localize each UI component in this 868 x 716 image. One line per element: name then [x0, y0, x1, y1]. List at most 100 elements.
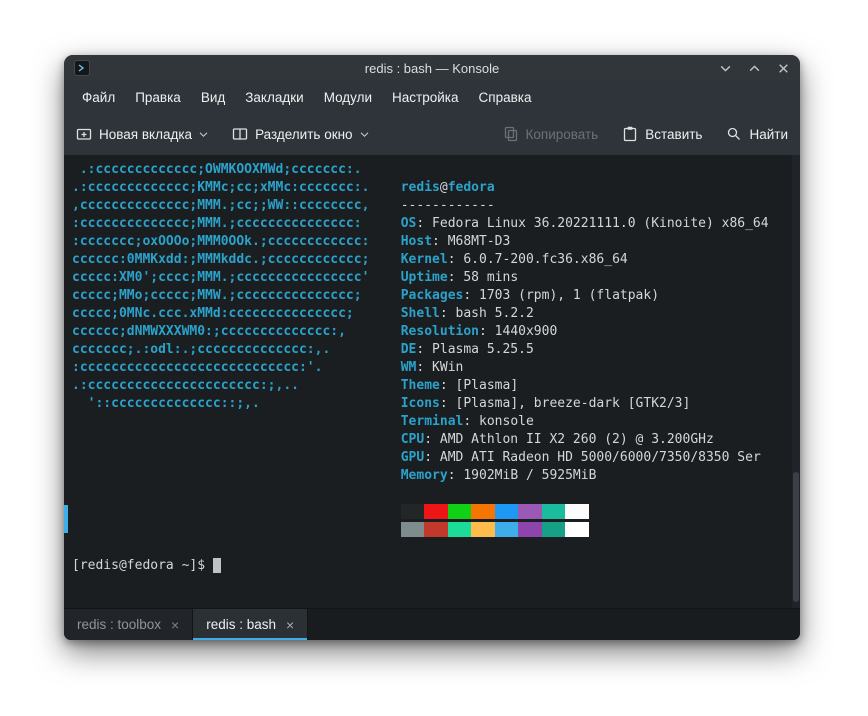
new-tab-button[interactable]: Новая вкладка	[76, 126, 208, 142]
close-button[interactable]	[776, 61, 790, 75]
neofetch-info-value: : Fedora Linux 36.20221111.0 (Kinoite) x…	[416, 216, 769, 231]
split-window-icon	[232, 126, 248, 142]
neofetch-info-label: Kernel	[400, 252, 448, 267]
terminal-row: .:ccccccccccccc;KMMc;cc;xMMc:ccccccc:. r…	[72, 180, 495, 195]
palette-swatch	[424, 504, 448, 519]
paste-label: Вставить	[645, 126, 703, 142]
palette-swatch	[471, 504, 495, 519]
window-title: redis : bash — Konsole	[364, 60, 500, 76]
terminal-row: Memory: 1902MiB / 5925MiB	[72, 467, 769, 485]
neofetch-info-label: Host	[400, 234, 433, 249]
palette-swatch	[541, 522, 566, 537]
terminal-row: ccccc:XM0';cccc;MMM.;cccccccccccccccc' U…	[72, 269, 769, 287]
neofetch-info-label: DE	[400, 342, 417, 357]
maximize-button[interactable]	[747, 61, 761, 75]
palette-swatch	[471, 522, 495, 537]
neofetch-ascii-art: :cccccccccccccccccccccccccccc:'.	[72, 360, 323, 375]
menu-item-1[interactable]: Правка	[125, 85, 191, 110]
neofetch-ascii-art: :ccccccc;oxOOOo;MMM0OOk.;cccccccccccc:	[72, 234, 370, 249]
palette-swatch	[518, 522, 542, 537]
neofetch-ascii-art: ccccc;MMo;ccccc;MMW.;ccccccccccccccc;	[72, 288, 362, 303]
find-button[interactable]: Найти	[726, 126, 788, 142]
copy-label: Копировать	[525, 126, 599, 142]
neofetch-info-label: Packages	[400, 288, 464, 303]
shell-prompt: [redis@fedora ~]$	[72, 558, 213, 573]
terminal-row	[72, 485, 769, 503]
neofetch-host: fedora	[447, 180, 495, 195]
terminal-row: .:ccccccccccccc;OWMKOOXMWd;ccccccc:.	[72, 161, 769, 179]
paste-button[interactable]: Вставить	[622, 126, 702, 142]
find-label: Найти	[749, 126, 788, 142]
tab-close-icon[interactable]: ×	[286, 618, 294, 632]
terminal-row: CPU: AMD Athlon II X2 260 (2) @ 3.200GHz	[72, 431, 769, 449]
terminal-row: .:cccccccccccccccccccccc:;,.. Theme: [Pl…	[72, 377, 769, 395]
neofetch-info-label: OS	[400, 216, 417, 231]
terminal-row: [redis@fedora ~]$	[72, 557, 769, 575]
menu-item-3[interactable]: Закладки	[235, 85, 313, 110]
menu-item-2[interactable]: Вид	[191, 85, 235, 110]
menu-item-6[interactable]: Справка	[469, 85, 542, 110]
palette-swatch	[400, 522, 425, 537]
neofetch-ascii-art: .:ccccccccccccc;KMMc;cc;xMMc:ccccccc:.	[72, 180, 370, 195]
tab-new-icon	[76, 126, 92, 142]
palette-swatch	[400, 504, 425, 519]
menu-item-4[interactable]: Модули	[314, 85, 382, 110]
neofetch-info-label: CPU	[400, 432, 425, 447]
tab-bar: redis : toolbox × redis : bash ×	[64, 608, 800, 640]
palette-swatch	[565, 522, 589, 537]
neofetch-ascii-art: ccccc:XM0';cccc;MMM.;cccccccccccccccc'	[72, 270, 370, 285]
palette-swatch	[447, 522, 472, 537]
terminal-row: :cccccccccccccc;MMM.;ccccccccccccccc: OS…	[72, 215, 769, 233]
neofetch-info-label: Memory	[400, 468, 448, 483]
neofetch-info-value: : 1703 (rpm), 1 (flatpak)	[463, 288, 660, 303]
copy-icon	[503, 126, 519, 142]
konsole-window: redis : bash — Konsole Файл Правка Вид Закл…	[64, 55, 800, 640]
tab-label: redis : bash	[206, 617, 277, 632]
menu-item-0[interactable]: Файл	[72, 85, 125, 110]
terminal-row: cccccc:0MMKxdd:;MMMkddc.;cccccccccccc; K…	[72, 251, 769, 269]
neofetch-info-label: Icons	[400, 396, 440, 411]
terminal-row: ,cccccccccccccc;MMM.;cc;;WW::cccccccc, -…	[72, 197, 769, 215]
neofetch-info-value: : konsole	[463, 414, 534, 429]
split-window-button[interactable]: Разделить окно	[232, 126, 369, 142]
palette-swatch	[494, 522, 519, 537]
neofetch-info-label: Uptime	[400, 270, 448, 285]
palette-swatch	[541, 504, 566, 519]
neofetch-info-value: : 1902MiB / 5925MiB	[447, 468, 597, 483]
tab-redis-bash[interactable]: redis : bash ×	[193, 609, 309, 640]
neofetch-ascii-art: cccccc:0MMKxdd:;MMMkddc.;cccccccccccc;	[72, 252, 370, 267]
neofetch-ascii-art: :cccccccccccccc;MMM.;ccccccccccccccc:	[72, 216, 362, 231]
neofetch-ascii-art: .:ccccccccccccc;OWMKOOXMWd;ccccccc:.	[72, 162, 362, 177]
minimize-button[interactable]	[718, 61, 732, 75]
neofetch-ascii-art: ,cccccccccccccc;MMM.;cc;;WW::cccccccc,	[72, 198, 370, 213]
tab-redis-toolbox[interactable]: redis : toolbox ×	[64, 609, 194, 640]
terminal-row: '::cccccccccccccc::;,. Icons: [Plasma], …	[72, 395, 769, 413]
palette-swatch	[447, 504, 472, 519]
terminal-cursor	[212, 558, 221, 573]
neofetch-info-label: Shell	[400, 306, 440, 321]
neofetch-info-value: : Plasma 5.25.5	[416, 342, 534, 357]
copy-button[interactable]: Копировать	[503, 126, 599, 142]
terminal-output: .:ccccccccccccc;OWMKOOXMWd;ccccccc:. .:cc…	[72, 161, 769, 575]
neofetch-info-label: Theme	[400, 378, 440, 393]
menubar: Файл Правка Вид Закладки Модули Настройка Спра…	[64, 81, 800, 113]
terminal-row	[72, 503, 769, 521]
new-tab-label: Новая вкладка	[99, 126, 193, 142]
terminal-area[interactable]: .:ccccccccccccc;OWMKOOXMWd;ccccccc:. .:cc…	[64, 155, 800, 608]
tab-close-icon[interactable]: ×	[171, 618, 179, 632]
scrollbar-handle[interactable]	[793, 472, 799, 602]
titlebar[interactable]: redis : bash — Konsole	[64, 55, 800, 81]
neofetch-ascii-art: '::cccccccccccccc::;,.	[72, 396, 260, 411]
chevron-down-icon	[199, 131, 208, 138]
tab-label: redis : toolbox	[77, 617, 162, 632]
menu-item-5[interactable]: Настройка	[382, 85, 468, 110]
terminal-row	[72, 521, 769, 539]
search-icon	[726, 126, 742, 142]
neofetch-info-label: GPU	[400, 450, 425, 465]
split-window-label: Разделить окно	[255, 126, 353, 142]
neofetch-info-label: Resolution	[400, 324, 480, 339]
neofetch-info-label: Terminal	[400, 414, 464, 429]
terminal-row: GPU: AMD ATI Radeon HD 5000/6000/7350/83…	[72, 449, 769, 467]
toolbar-right-group: Копировать Вставить Найти	[503, 126, 788, 142]
neofetch-separator: ------------	[400, 198, 495, 213]
